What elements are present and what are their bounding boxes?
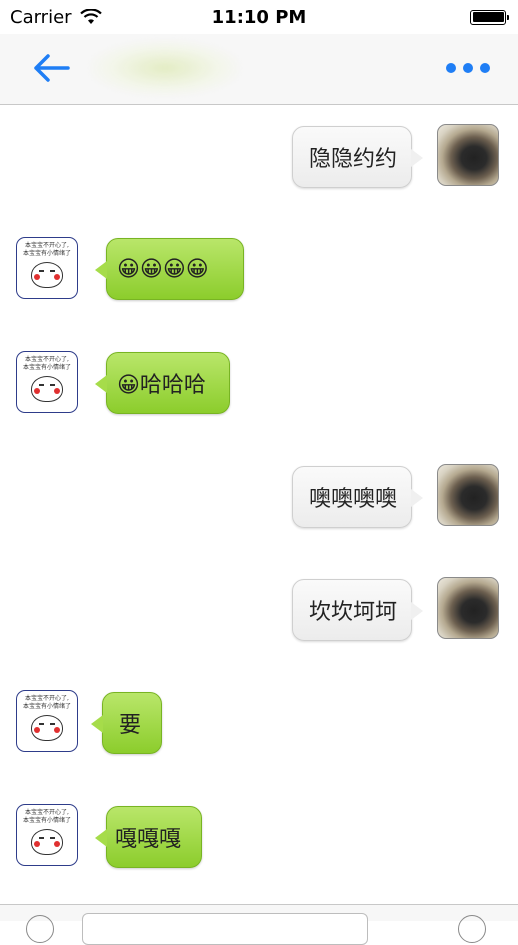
avatar-caption: 本宝宝不开心了, 本宝宝有小情绪了: [22, 242, 71, 257]
message-bubble[interactable]: 要: [91, 692, 162, 754]
message-bubble[interactable]: 噢噢噢噢: [292, 466, 423, 528]
avatar-caption: 本宝宝不开心了, 本宝宝有小情绪了: [22, 695, 71, 710]
more-dot: [480, 63, 490, 73]
bubble-tail: [91, 715, 103, 733]
contact-avatar[interactable]: 本宝宝不开心了, 本宝宝有小情绪了: [16, 690, 78, 752]
status-left: Carrier: [0, 7, 102, 28]
input-bar: [0, 904, 518, 945]
message-text: 😀哈哈哈: [117, 373, 206, 398]
message-input[interactable]: [82, 913, 368, 945]
more-dot: [463, 63, 473, 73]
contact-avatar[interactable]: 本宝宝不开心了, 本宝宝有小情绪了: [16, 237, 78, 299]
bubble-tail: [411, 602, 423, 620]
message-bubble[interactable]: 隐隐约约: [292, 126, 423, 188]
voice-icon[interactable]: [26, 915, 54, 943]
bubble-tail: [95, 829, 107, 847]
wifi-icon: [79, 9, 102, 24]
my-avatar[interactable]: [437, 577, 499, 639]
message-text: 😀😀😀😀: [117, 256, 209, 282]
bubble-tail: [411, 489, 423, 507]
nav-bar: [0, 34, 518, 105]
bubble-tail: [411, 149, 423, 167]
message-text: 嘎嘎嘎: [115, 827, 182, 852]
status-bar: Carrier 11:10 PM: [0, 0, 518, 34]
battery-fill: [472, 12, 504, 22]
back-arrow-icon: [34, 54, 70, 82]
contact-avatar[interactable]: 本宝宝不开心了, 本宝宝有小情绪了: [16, 804, 78, 866]
avatar-caption: 本宝宝不开心了, 本宝宝有小情绪了: [22, 809, 71, 824]
message-text: 要: [119, 713, 142, 738]
avatar-caption: 本宝宝不开心了, 本宝宝有小情绪了: [22, 356, 71, 371]
bubble-tail: [95, 261, 107, 279]
more-button[interactable]: [446, 56, 490, 80]
avatar-face: [31, 376, 63, 402]
carrier-label: Carrier: [10, 6, 72, 28]
avatar-face: [31, 715, 63, 741]
message-bubble[interactable]: 嘎嘎嘎: [95, 806, 202, 868]
message-text: 隐隐约约: [309, 147, 398, 172]
contact-avatar[interactable]: 本宝宝不开心了, 本宝宝有小情绪了: [16, 351, 78, 413]
my-avatar[interactable]: [437, 464, 499, 526]
message-bubble[interactable]: 😀😀😀😀: [95, 238, 244, 300]
emoji-icon[interactable]: [458, 915, 486, 943]
message-bubble[interactable]: 坎坎坷坷: [292, 579, 423, 641]
message-text: 噢噢噢噢: [309, 487, 398, 512]
message-text: 坎坎坷坷: [309, 600, 398, 625]
bubble-tail: [95, 375, 107, 393]
battery-icon: [470, 9, 509, 25]
back-button[interactable]: [30, 48, 72, 88]
avatar-face: [31, 262, 63, 288]
more-dot: [446, 63, 456, 73]
avatar-face: [31, 829, 63, 855]
message-bubble[interactable]: 😀哈哈哈: [95, 352, 230, 414]
my-avatar[interactable]: [437, 124, 499, 186]
nav-title-blur: [90, 40, 240, 96]
